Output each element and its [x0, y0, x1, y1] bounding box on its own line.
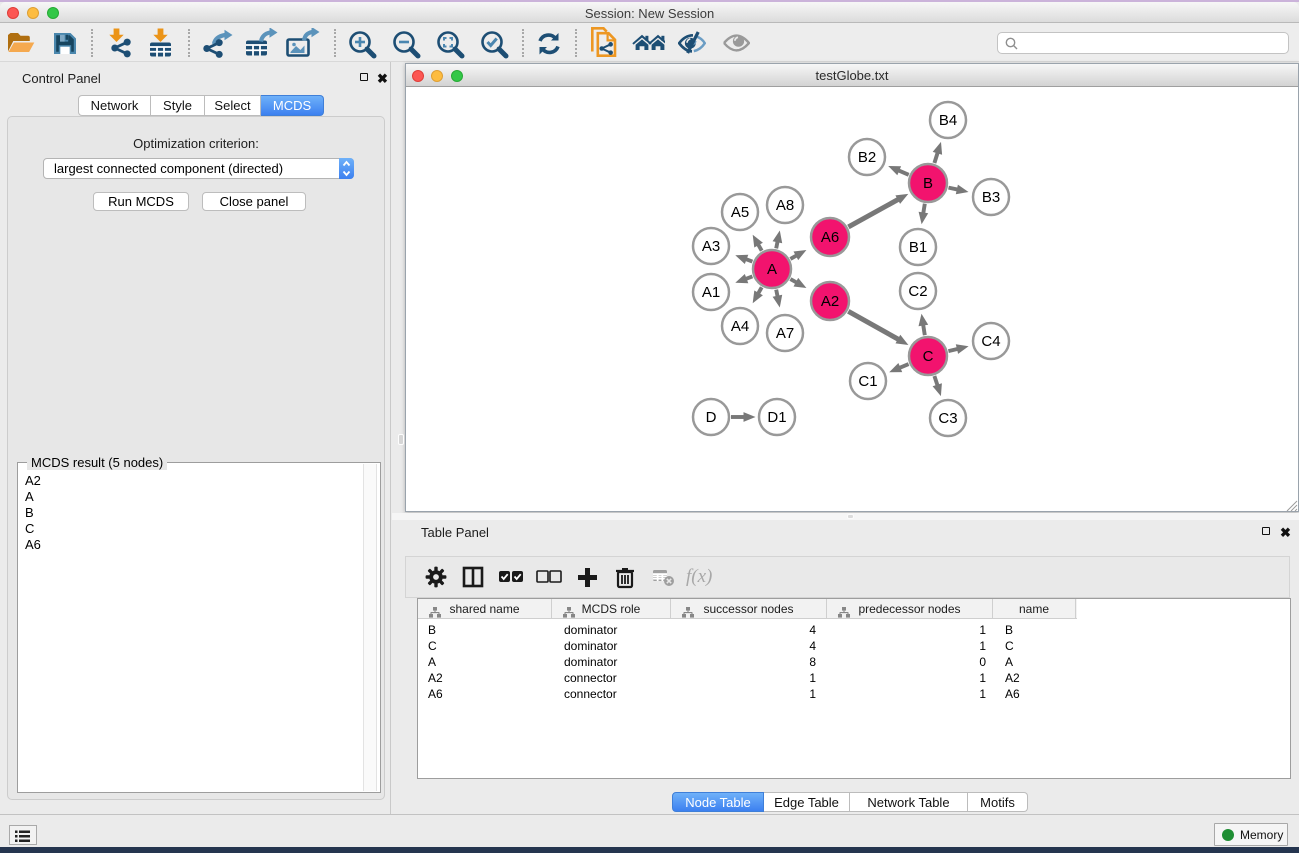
- svg-text:f(x): f(x): [686, 566, 712, 587]
- svg-text:A8: A8: [776, 197, 794, 214]
- svg-text:B: B: [923, 175, 933, 192]
- svg-text:A1: A1: [702, 284, 720, 301]
- svg-text:A5: A5: [731, 204, 749, 221]
- svg-text:A3: A3: [702, 238, 720, 255]
- svg-text:A7: A7: [776, 325, 794, 342]
- svg-text:A4: A4: [731, 318, 749, 335]
- svg-text:A: A: [767, 261, 777, 278]
- svg-text:B1: B1: [909, 239, 927, 256]
- svg-text:D1: D1: [767, 409, 786, 426]
- svg-text:C3: C3: [938, 410, 957, 427]
- svg-text:C2: C2: [908, 283, 927, 300]
- svg-text:C4: C4: [981, 333, 1000, 350]
- svg-text:A2: A2: [821, 293, 839, 310]
- svg-text:B4: B4: [939, 112, 957, 129]
- svg-text:C1: C1: [858, 373, 877, 390]
- svg-text:A6: A6: [821, 229, 839, 246]
- svg-text:B2: B2: [858, 149, 876, 166]
- svg-text:D: D: [706, 409, 717, 426]
- svg-text:B3: B3: [982, 189, 1000, 206]
- svg-text:C: C: [923, 348, 934, 365]
